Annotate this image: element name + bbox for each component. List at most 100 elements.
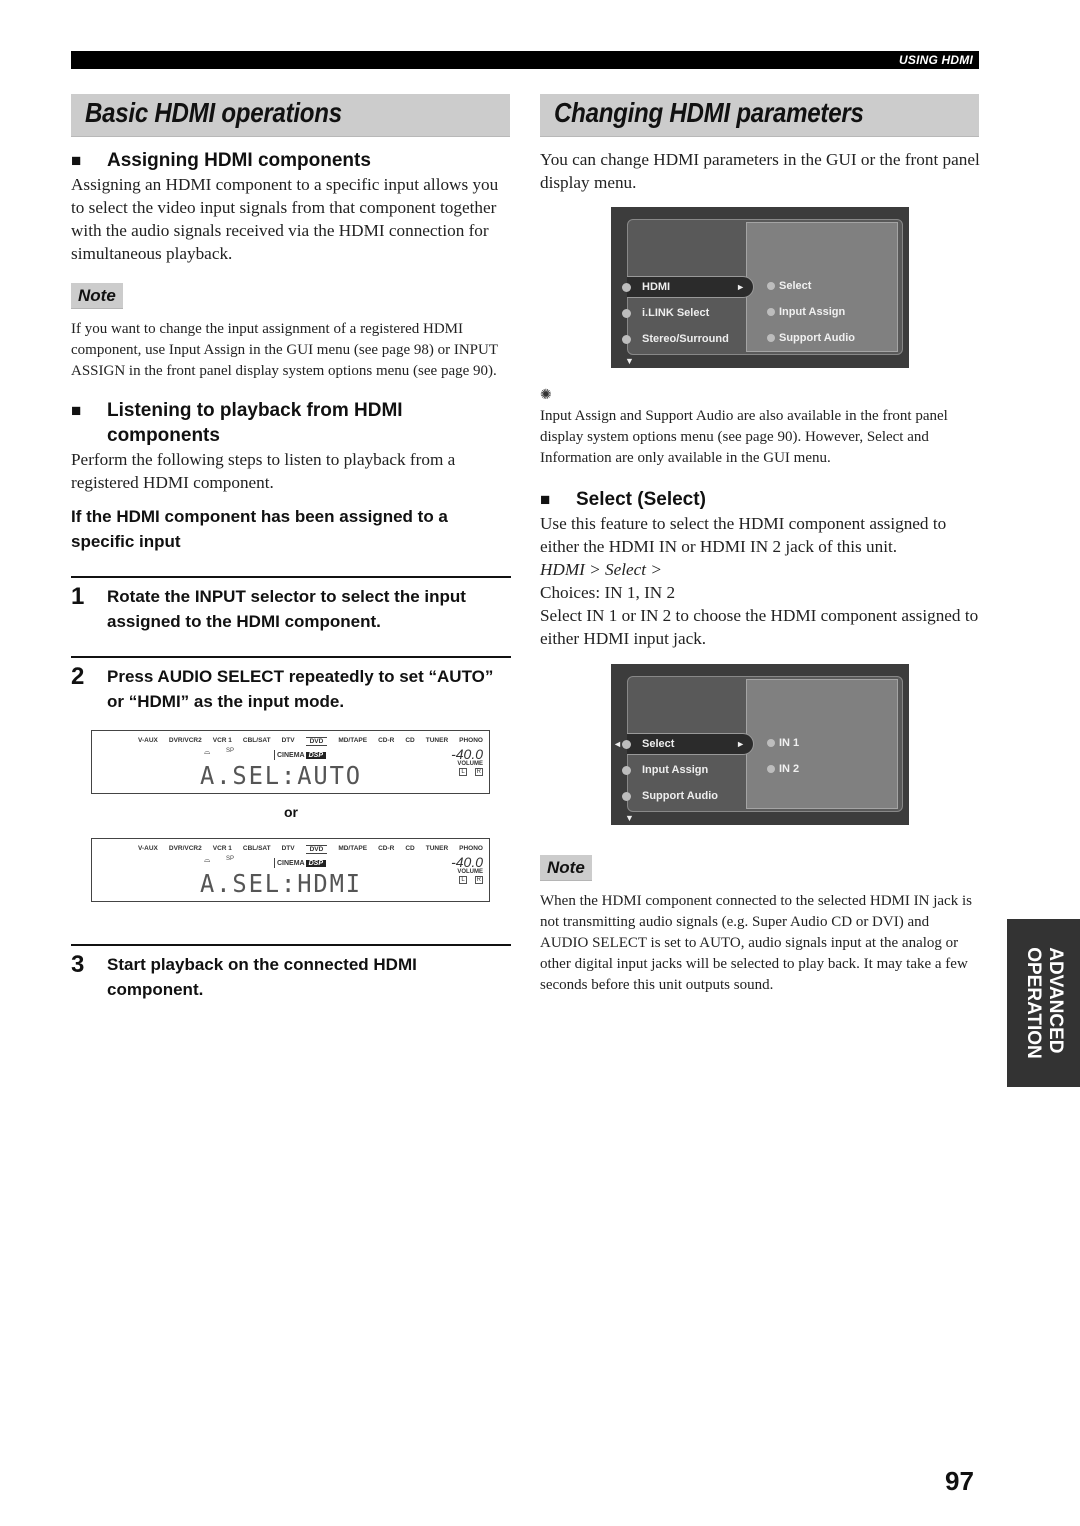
gui-submenu-item[interactable]: IN 1: [767, 737, 799, 749]
headphone-icon: ⌓: [204, 747, 211, 756]
breadcrumb: USING HDMI: [899, 53, 973, 67]
input-label: DVR/VCR2: [168, 845, 202, 852]
header-bar: USING HDMI: [71, 51, 979, 69]
or-label: or: [284, 804, 298, 820]
heading-assigning: ■ Assigning HDMI components: [71, 148, 511, 173]
gui-menu-item[interactable]: Support Audio: [622, 785, 718, 807]
assigning-body: Assigning an HDMI component to a specifi…: [71, 175, 499, 263]
input-label: CBL/SAT: [242, 737, 271, 744]
bullet-icon: [767, 308, 775, 316]
front-panel-display-auto: V-AUX DVR/VCR2 VCR 1 CBL/SAT DTV DVD MD/…: [91, 730, 490, 794]
step-1: 1 Rotate the INPUT selector to select th…: [71, 576, 511, 634]
menu-item-label: Support Audio: [642, 790, 718, 802]
side-tab-line: OPERATION: [1022, 947, 1044, 1059]
bullet-icon: [622, 765, 631, 775]
step-number: 3: [71, 951, 85, 978]
gui-menu-item-selected[interactable]: ◄ Select ►: [613, 733, 754, 755]
input-label: DTV: [281, 845, 295, 852]
input-label: V-AUX: [138, 737, 158, 744]
speaker-indicator: SP: [226, 748, 235, 754]
right-arrow-icon: ►: [736, 739, 745, 749]
gui-menu-item[interactable]: i.LINK Select: [622, 302, 709, 324]
gui-menu-hdmi: HDMI ► i.LINK Select Stereo/Surround Sel…: [611, 207, 909, 368]
menu-item-label: Select: [642, 738, 675, 750]
submenu-label: Support Audio: [779, 332, 855, 344]
input-label: CBL/SAT: [242, 845, 271, 852]
display-readout: A.SEL:AUTO: [200, 761, 362, 790]
bullet-icon: [622, 791, 631, 801]
left-channel-icon: L: [459, 876, 467, 884]
note-label: Note: [71, 283, 123, 309]
right-arrow-icon: ►: [736, 282, 745, 292]
gui-menu-select: ◄ Select ► Input Assign Support Audio IN…: [611, 664, 909, 825]
cinema-dsp-indicator: CINEMA DSP: [274, 750, 327, 760]
step-number: 2: [71, 663, 85, 690]
input-label: V-AUX: [138, 845, 158, 852]
gui-submenu-item[interactable]: Input Assign: [767, 306, 845, 318]
step-number: 1: [71, 583, 85, 610]
section-title-text: Basic HDMI operations: [85, 97, 342, 128]
gui-menu-item[interactable]: Stereo/Surround: [622, 328, 729, 350]
square-bullet-icon: ■: [540, 490, 551, 509]
chapter-side-tab[interactable]: ADVANCED OPERATION: [1007, 919, 1080, 1087]
input-label: DVR/VCR2: [168, 737, 202, 744]
heading-text: Assigning HDMI components: [107, 150, 371, 171]
bullet-icon: [767, 765, 775, 773]
gui-menu-item-selected[interactable]: HDMI ►: [622, 276, 754, 298]
input-label: VCR 1: [212, 845, 232, 852]
listening-body: Perform the following steps to listen to…: [71, 450, 456, 492]
bullet-icon: [622, 282, 631, 292]
input-label: CD-R: [378, 845, 395, 852]
scroll-down-icon: ▼: [625, 356, 634, 366]
tip-text: Input Assign and Support Audio are also …: [540, 408, 948, 466]
input-label: DTV: [281, 737, 295, 744]
choices: Choices: IN 1, IN 2: [540, 583, 676, 602]
submenu-label: Input Assign: [779, 306, 846, 318]
input-label: PHONO: [459, 737, 483, 744]
intro-text: You can change HDMI parameters in the GU…: [540, 150, 980, 192]
gui-menu-item[interactable]: Input Assign: [622, 759, 708, 781]
bullet-icon: [622, 334, 631, 344]
display-readout: A.SEL:HDMI: [200, 869, 362, 898]
input-labels: V-AUX DVR/VCR2 VCR 1 CBL/SAT DTV DVD MD/…: [138, 845, 483, 854]
bullet-icon: [767, 334, 775, 342]
input-label: TUNER: [425, 737, 449, 744]
gui-submenu-item[interactable]: Select: [767, 280, 811, 292]
right-channel-icon: R: [474, 876, 483, 884]
input-label: CD-R: [378, 737, 395, 744]
bullet-icon: [767, 282, 775, 290]
speaker-indicator: SP: [226, 856, 235, 862]
cinema-label: CINEMA: [277, 859, 305, 867]
dsp-label: DSP: [305, 751, 327, 759]
listening-subheading: If the HDMI component has been assigned …: [71, 507, 448, 551]
volume-indicator: -40.0 VOLUME LR: [451, 855, 483, 884]
tip-lightbulb-icon: ✺: [540, 388, 552, 403]
input-labels: V-AUX DVR/VCR2 VCR 1 CBL/SAT DTV DVD MD/…: [138, 737, 483, 746]
left-column: ■ Assigning HDMI components Assigning an…: [71, 148, 511, 1002]
gui-submenu-item[interactable]: Support Audio: [767, 332, 855, 344]
bullet-icon: [622, 308, 631, 318]
heading-listening: ■ Listening to playback from HDMI compon…: [71, 398, 511, 448]
volume-indicator: -40.0 VOLUME LR: [451, 747, 483, 776]
section-title-basic: Basic HDMI operations: [71, 94, 510, 137]
note-label: Note: [540, 855, 592, 881]
input-label: MD/TAPE: [338, 737, 368, 744]
input-label: CD: [405, 737, 415, 744]
scroll-down-icon: ▼: [625, 813, 634, 823]
side-tab-line: ADVANCED: [1044, 947, 1066, 1054]
step-text: Press AUDIO SELECT repeatedly to set “AU…: [107, 667, 494, 711]
menu-path: HDMI > Select >: [540, 560, 662, 579]
left-channel-icon: L: [459, 768, 467, 776]
section-title-changing: Changing HDMI parameters: [540, 94, 979, 137]
heading-text: Select (Select): [576, 489, 706, 510]
input-label-active: DVD: [305, 737, 328, 746]
input-label: MD/TAPE: [338, 845, 368, 852]
gui-submenu-item[interactable]: IN 2: [767, 763, 799, 775]
headphone-icon: ⌓: [204, 855, 211, 864]
right-column: You can change HDMI parameters in the GU…: [540, 148, 980, 996]
submenu-label: Select: [779, 280, 812, 292]
note-body: If you want to change the input assignme…: [71, 321, 498, 379]
submenu-label: IN 1: [779, 737, 800, 749]
square-bullet-icon: ■: [71, 151, 82, 170]
input-label: TUNER: [425, 845, 449, 852]
